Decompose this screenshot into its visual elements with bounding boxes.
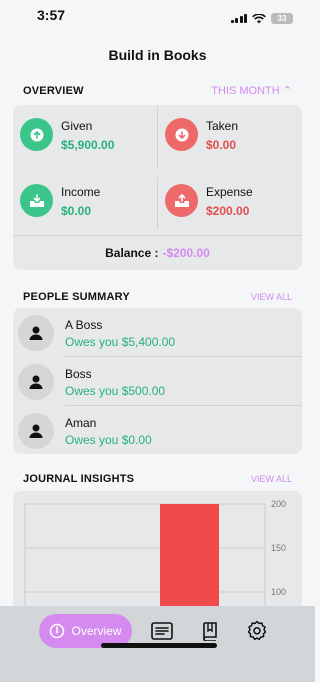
- chart-bar[interactable]: [160, 504, 219, 621]
- battery-icon: 33: [271, 13, 293, 24]
- tab-journal[interactable]: [150, 619, 174, 643]
- balance-value: -$200.00: [162, 245, 210, 260]
- inbox-download-icon: [20, 184, 53, 217]
- journal-header: JOURNAL INSIGHTS VIEW ALL: [23, 473, 292, 485]
- list-item[interactable]: A Boss Owes you $5,400.00: [13, 308, 302, 357]
- tab-settings[interactable]: [245, 619, 269, 643]
- arrow-up-circle-icon: [20, 118, 53, 151]
- taken-label: Taken: [206, 119, 239, 133]
- divider: [157, 105, 158, 169]
- arrow-down-circle-icon: [165, 118, 198, 151]
- journal-view-all-link[interactable]: VIEW ALL: [251, 474, 292, 484]
- status-bar: 3:57 33: [0, 0, 315, 30]
- page-title: Build in Books: [108, 47, 207, 63]
- people-header: PEOPLE SUMMARY VIEW ALL: [23, 291, 292, 303]
- list-item[interactable]: Boss Owes you $500.00: [13, 357, 302, 406]
- book-icon: [203, 622, 217, 641]
- expense-label: Expense: [206, 185, 253, 199]
- person-name: Aman: [65, 416, 97, 430]
- list-document-icon: [151, 622, 173, 640]
- person-name: A Boss: [65, 318, 103, 332]
- given-label: Given: [61, 119, 93, 133]
- expense-value: $200.00: [206, 204, 250, 218]
- list-item[interactable]: Aman Owes you $0.00: [13, 406, 302, 455]
- tab-books[interactable]: [198, 619, 222, 643]
- period-selector[interactable]: THIS MONTH ⌃: [211, 84, 292, 97]
- balance-row: Balance : -$200.00: [13, 235, 302, 270]
- inbox-upload-icon: [165, 184, 198, 217]
- cellular-signal-icon: [230, 14, 247, 23]
- expense-cell[interactable]: Expense $200.00: [158, 171, 302, 235]
- income-value: $0.00: [61, 204, 92, 218]
- person-avatar-icon: [18, 364, 54, 400]
- overview-title: OVERVIEW: [23, 84, 84, 97]
- person-avatar-icon: [18, 413, 54, 449]
- gauge-icon: [50, 623, 65, 639]
- home-indicator: [101, 643, 217, 648]
- person-avatar-icon: [18, 315, 54, 351]
- journal-chart-card: 200 150 100: [13, 491, 302, 621]
- status-time: 3:57: [37, 7, 66, 23]
- person-owes: Owes you $5,400.00: [65, 335, 176, 349]
- journal-chart: 200 150 100: [24, 499, 286, 621]
- taken-cell[interactable]: Taken $0.00: [158, 105, 302, 169]
- person-owes: Owes you $500.00: [65, 384, 166, 398]
- person-name: Boss: [65, 367, 92, 381]
- people-card: A Boss Owes you $5,400.00 Boss Owes you …: [13, 308, 302, 454]
- income-label: Income: [61, 185, 101, 199]
- overview-card: Given $5,900.00 Taken $0.00 Income $0.00…: [13, 105, 302, 270]
- people-title: PEOPLE SUMMARY: [23, 291, 130, 303]
- y-tick-label: 100: [271, 587, 286, 597]
- wifi-icon: [252, 13, 266, 23]
- status-icons: 33: [230, 13, 293, 24]
- divider: [157, 177, 158, 229]
- income-cell[interactable]: Income $0.00: [13, 171, 157, 235]
- journal-title: JOURNAL INSIGHTS: [23, 473, 135, 485]
- person-owes: Owes you $0.00: [65, 433, 152, 447]
- people-view-all-link[interactable]: VIEW ALL: [251, 292, 292, 302]
- given-cell[interactable]: Given $5,900.00: [13, 105, 157, 169]
- overview-header: OVERVIEW THIS MONTH ⌃: [23, 84, 292, 98]
- taken-value: $0.00: [206, 138, 237, 152]
- balance-label: Balance :: [105, 245, 159, 260]
- y-tick-label: 200: [271, 499, 286, 509]
- y-tick-label: 150: [271, 543, 286, 553]
- gear-icon: [247, 620, 267, 641]
- given-value: $5,900.00: [61, 138, 115, 152]
- tab-overview-label: Overview: [71, 624, 122, 638]
